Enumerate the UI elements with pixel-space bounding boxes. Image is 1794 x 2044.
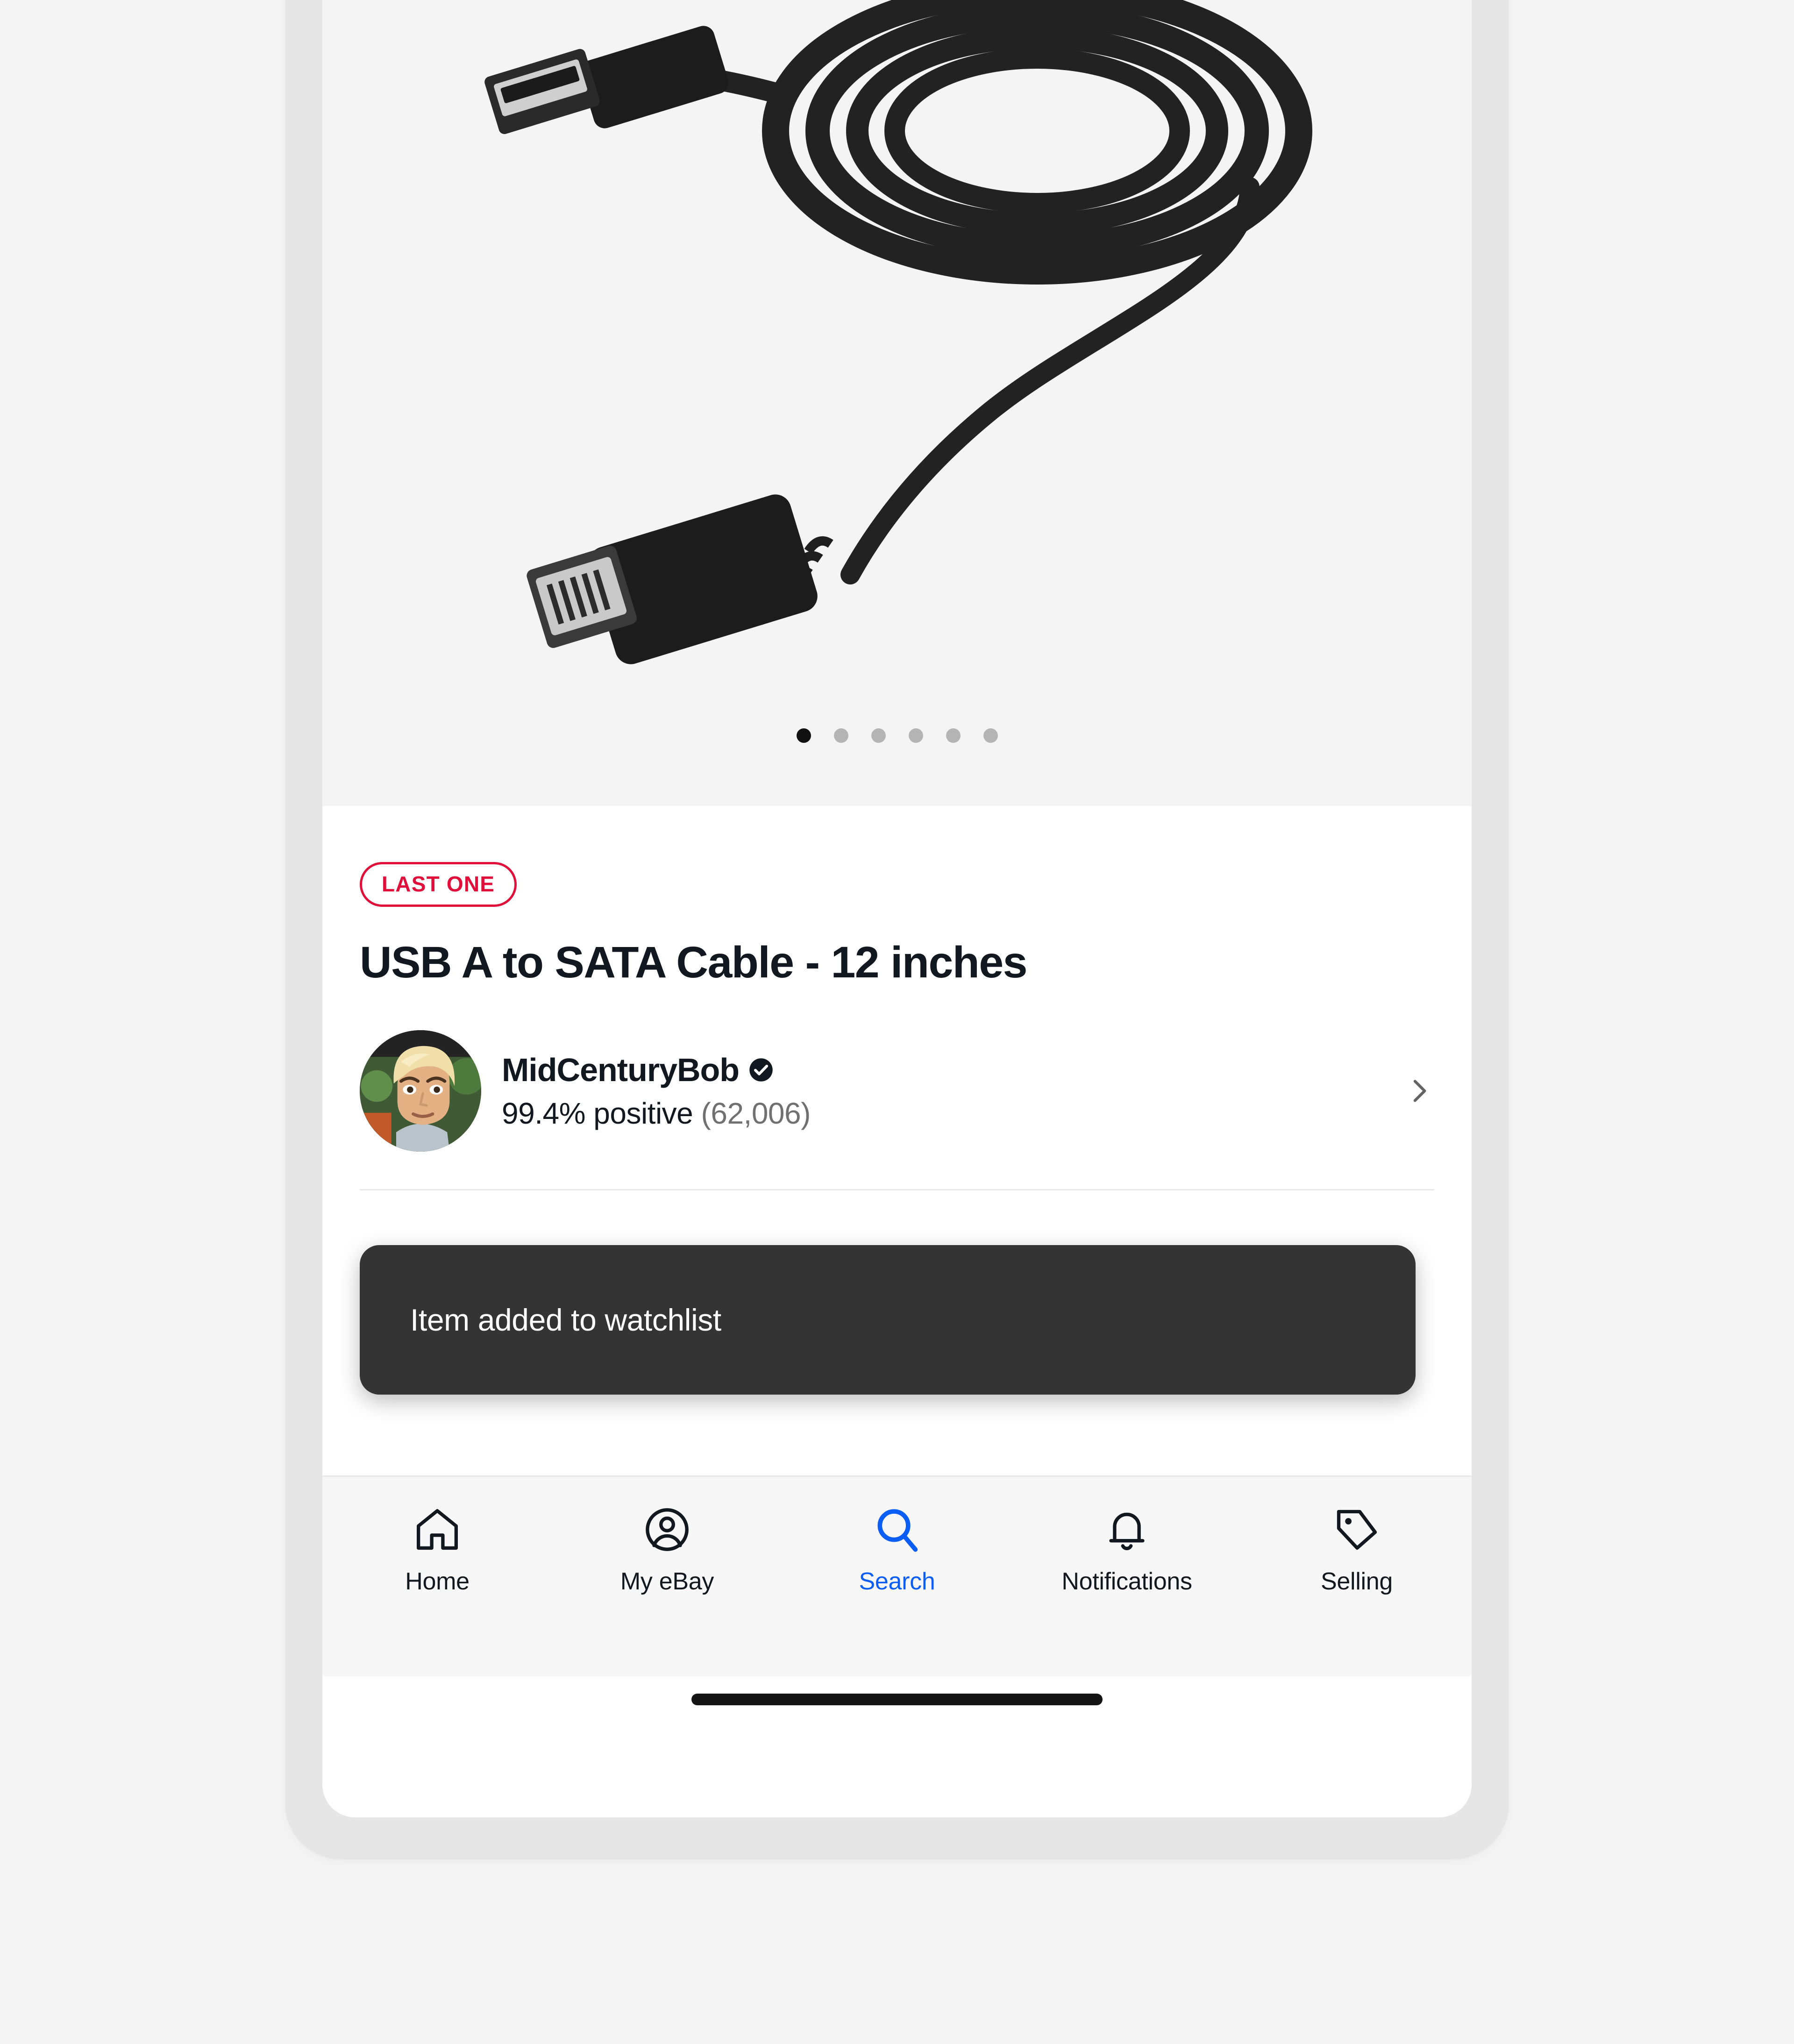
nav-label-home: Home — [405, 1568, 470, 1595]
nav-item-search[interactable]: Search — [782, 1504, 1012, 1595]
carousel-dot-4[interactable] — [908, 728, 923, 743]
phone-screen: LAST ONE USB A to SATA Cable - 12 inches — [322, 0, 1472, 1817]
seller-name: MidCenturyBob — [502, 1052, 740, 1089]
nav-item-notifications[interactable]: Notifications — [1012, 1504, 1242, 1595]
avatar[interactable] — [360, 1030, 481, 1152]
search-icon — [877, 1509, 918, 1552]
nav-item-selling[interactable]: Selling — [1242, 1504, 1472, 1595]
person-circle-icon — [646, 1508, 689, 1551]
carousel-dot-2[interactable] — [833, 728, 848, 743]
home-indicator — [691, 1694, 1103, 1705]
carousel-dots[interactable] — [322, 728, 1472, 743]
nav-label-search: Search — [859, 1568, 935, 1595]
carousel-dot-6[interactable] — [983, 728, 998, 743]
page-title: USB A to SATA Cable - 12 inches — [360, 938, 1028, 987]
bell-icon — [1109, 1512, 1145, 1550]
nav-label-my-ebay: My eBay — [620, 1568, 714, 1595]
seller-name-line: MidCenturyBob — [502, 1051, 1383, 1089]
chevron-right-icon[interactable] — [1403, 1075, 1434, 1106]
nav-item-my-ebay[interactable]: My eBay — [552, 1504, 782, 1595]
nav-label-selling: Selling — [1320, 1568, 1393, 1595]
seller-row[interactable]: MidCenturyBob 99.4% positive (62,006) — [360, 1030, 1434, 1191]
badge-row: LAST ONE — [360, 806, 1434, 907]
status-badge-last-one: LAST ONE — [360, 862, 517, 907]
bottom-navigation-bar[interactable]: Home My eBay Search Notifications Sellin… — [322, 1475, 1472, 1676]
nav-item-home[interactable]: Home — [322, 1504, 552, 1595]
seller-feedback-count: (62,006) — [701, 1097, 811, 1131]
seller-feedback: 99.4% positive (62,006) — [502, 1096, 1383, 1131]
carousel-dot-1[interactable] — [796, 728, 811, 743]
seller-info: MidCenturyBob 99.4% positive (62,006) — [502, 1051, 1383, 1131]
toast-notification[interactable]: Item added to watchlist — [360, 1245, 1416, 1395]
home-icon — [417, 1509, 458, 1550]
product-image-gallery[interactable] — [322, 0, 1472, 806]
carousel-dot-5[interactable] — [946, 728, 961, 743]
nav-label-notifications: Notifications — [1061, 1568, 1192, 1595]
seller-feedback-percent: 99.4% positive — [502, 1097, 693, 1131]
carousel-dot-3[interactable] — [871, 728, 886, 743]
toast-message: Item added to watchlist — [410, 1303, 721, 1337]
verified-checkmark-icon — [749, 1058, 773, 1082]
product-photo[interactable] — [322, 0, 1472, 806]
tag-icon — [1337, 1510, 1377, 1550]
